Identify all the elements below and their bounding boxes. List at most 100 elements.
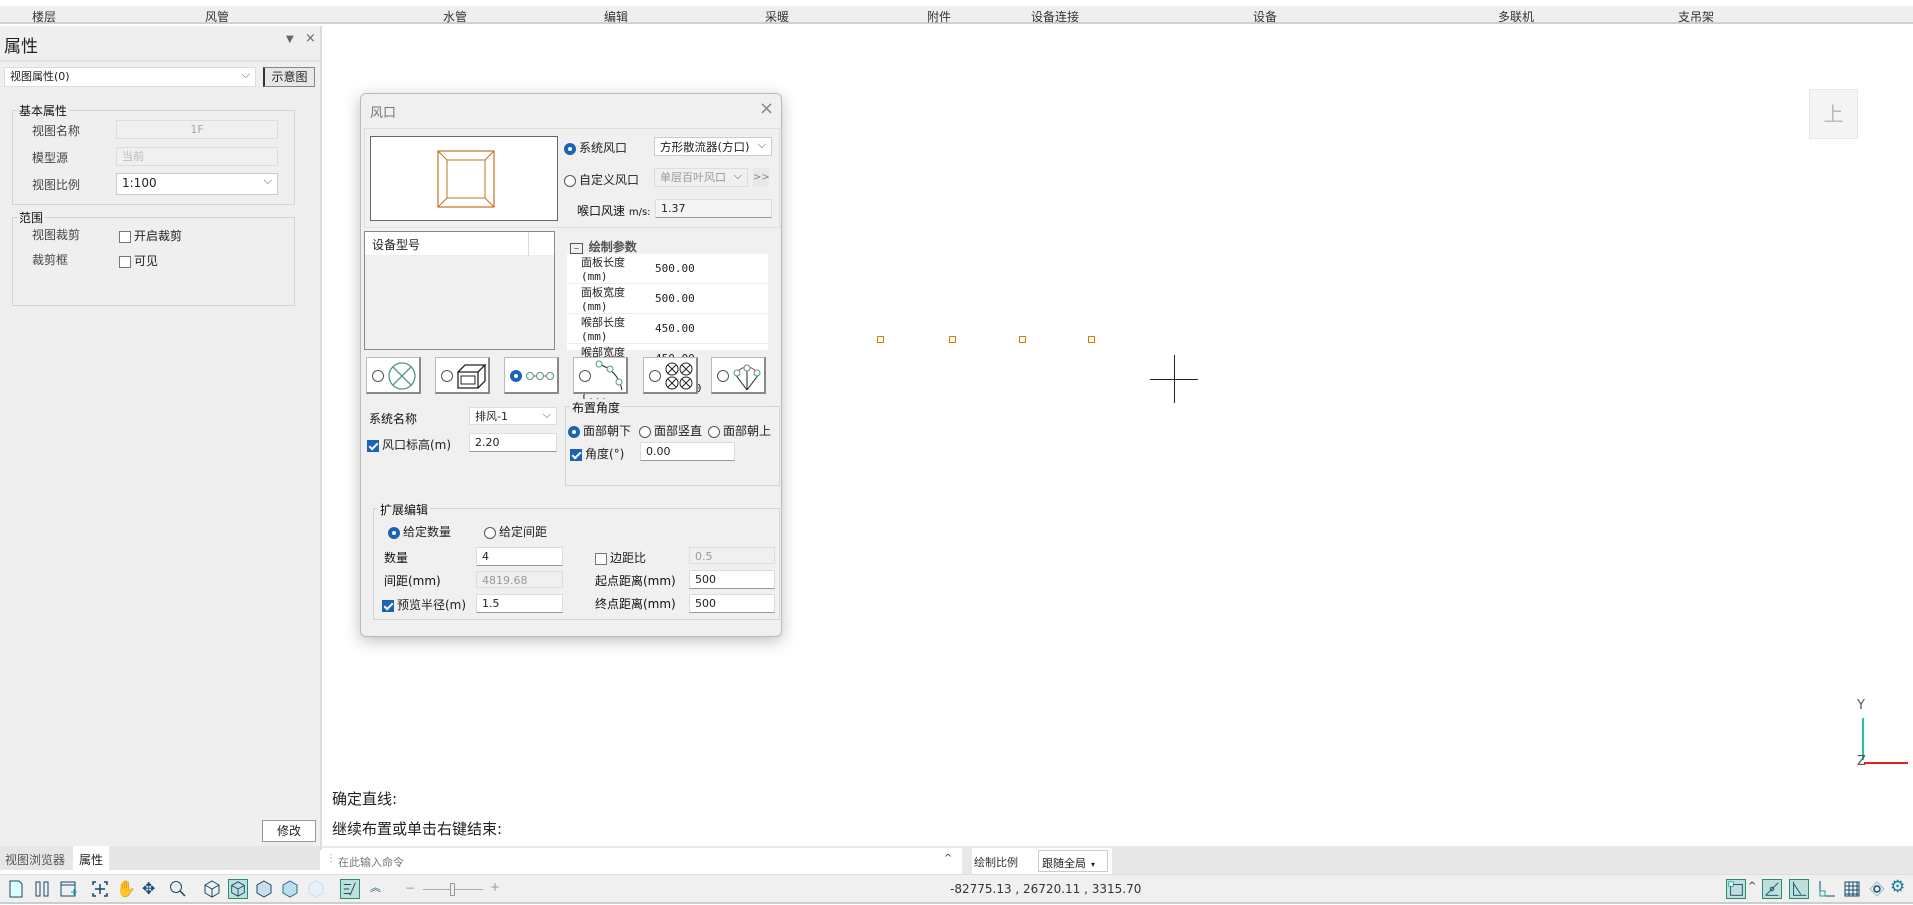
param-value[interactable]: 500.00	[651, 283, 768, 314]
view-name-label: 视图名称	[32, 124, 81, 138]
draw-scale-area: 绘制比例 跟随全局 ▾	[972, 848, 1112, 874]
outlet-preview-marker	[1088, 336, 1095, 343]
properties-selector[interactable]: 视图属性(0)	[4, 67, 256, 87]
elevation-checkbox[interactable]: 风口标高(m)	[367, 436, 451, 453]
custom-outlet-type-select[interactable]: 单层百叶风口	[654, 168, 748, 187]
close-icon[interactable]: ×	[305, 31, 316, 46]
orbit-icon[interactable]: ✥	[142, 879, 162, 899]
ortho-icon[interactable]	[1816, 879, 1836, 899]
draw-scale-label: 绘制比例	[974, 856, 1018, 869]
face-vertical-radio[interactable]: 面部竖直	[639, 422, 702, 439]
tile-views-icon[interactable]	[32, 879, 52, 899]
system-outlet-type-select[interactable]: 方形散流器(方口)	[654, 137, 772, 156]
matrix-array-icon	[665, 362, 693, 390]
zoom-out-button[interactable]: −	[405, 881, 415, 895]
view-cube[interactable]: 上	[1809, 89, 1858, 139]
custom-outlet-radio[interactable]: 自定义风口	[564, 171, 639, 188]
modify-button[interactable]: 修改	[262, 820, 316, 842]
throat-speed-field[interactable]: 1.37	[655, 199, 772, 218]
navigation-icon[interactable]	[1867, 879, 1887, 899]
device-model-list[interactable]: 设备型号	[364, 231, 555, 350]
preview-radius-checkbox[interactable]: 预览半径(m)	[382, 596, 466, 613]
param-row: 面板宽度(mm) 500.00	[567, 283, 768, 314]
param-value[interactable]: 500.00	[651, 254, 768, 284]
layout-fan-button[interactable]	[711, 357, 766, 394]
axis-z-label: Z	[1857, 754, 1866, 769]
menu-accessory[interactable]: 附件	[927, 8, 951, 25]
layout-duct-button[interactable]	[435, 357, 490, 394]
model-source-field[interactable]: 当前	[116, 147, 278, 166]
menu-equipment-connect[interactable]: 设备连接	[1031, 8, 1079, 25]
tab-view-browser[interactable]: 视图浏览器	[5, 851, 65, 868]
polar-tracking-icon[interactable]	[1762, 879, 1782, 899]
more-button[interactable]: >>	[753, 168, 770, 187]
menu-pipe[interactable]: 水管	[443, 8, 467, 25]
face-down-radio[interactable]: 面部朝下	[568, 422, 631, 439]
menu-floor[interactable]: 楼层	[32, 8, 56, 25]
face-up-radio[interactable]: 面部朝上	[708, 422, 771, 439]
wireframe-cube-icon[interactable]	[202, 879, 222, 899]
layer-toggle-icon[interactable]	[340, 879, 360, 899]
layout-matrix-button[interactable]	[643, 357, 698, 394]
preview-radius-field[interactable]: 1.5	[476, 594, 563, 613]
basic-legend: 基本属性	[17, 102, 70, 119]
gear-icon[interactable]: ⚙	[1890, 877, 1910, 897]
end-distance-label: 终点距离(mm)	[595, 597, 676, 611]
zoom-icon[interactable]	[168, 879, 188, 899]
zoom-slider-handle[interactable]	[450, 883, 455, 896]
menu-equipment[interactable]: 设备	[1253, 8, 1277, 25]
margin-ratio-checkbox[interactable]: 边距比	[595, 549, 646, 566]
angle-tracking-icon[interactable]	[1789, 879, 1809, 899]
chevron-up-icon[interactable]: ^	[944, 853, 952, 864]
system-name-value: 排风-1	[475, 410, 508, 423]
angle-checkbox[interactable]: 角度(°)	[570, 445, 624, 462]
zoom-extents-icon[interactable]	[90, 879, 110, 899]
shaded-cube-icon[interactable]	[254, 879, 274, 899]
transparent-cube-icon[interactable]	[306, 879, 326, 899]
visible-checkbox[interactable]: 可见	[119, 252, 158, 269]
close-icon[interactable]: ×	[759, 98, 774, 119]
crop-checkbox[interactable]: 开启裁剪	[119, 227, 182, 244]
dropdown-triangle-icon[interactable]: ▼	[286, 34, 294, 45]
view-name-field[interactable]: 1F	[116, 120, 278, 139]
chevron-double-up-icon[interactable]: ︽	[370, 879, 390, 899]
tab-properties[interactable]: 属性	[73, 846, 110, 870]
draw-scale-select[interactable]: 跟随全局 ▾	[1038, 850, 1108, 872]
system-outlet-radio[interactable]: 系统风口	[564, 139, 627, 156]
angle-field[interactable]: 0.00	[640, 442, 735, 461]
menu-duct[interactable]: 风管	[205, 8, 229, 25]
pan-hand-icon[interactable]: ✋	[116, 879, 136, 899]
given-spacing-radio[interactable]: 给定间距	[484, 523, 547, 540]
view-scale-select[interactable]: 1:100	[116, 173, 278, 195]
layout-line-button[interactable]	[504, 357, 559, 394]
param-name: 面板宽度(mm)	[567, 283, 651, 314]
menu-edit[interactable]: 编辑	[604, 8, 628, 25]
elevation-field[interactable]: 2.20	[469, 433, 557, 452]
spacing-field[interactable]: 4819.68	[476, 571, 563, 588]
param-value[interactable]: 450.00	[651, 313, 768, 344]
command-input[interactable]: ⋮ 在此输入命令 ^	[322, 848, 962, 874]
count-field[interactable]: 4	[476, 547, 563, 566]
snap-icon[interactable]	[1726, 879, 1746, 899]
margin-ratio-field[interactable]: 0.5	[689, 547, 775, 564]
draw-params-title[interactable]: − 绘制参数	[570, 238, 637, 255]
snap-options-chevron-icon[interactable]: ^	[1748, 881, 1756, 892]
grid-icon[interactable]	[1842, 879, 1862, 899]
zoom-in-button[interactable]: +	[490, 880, 500, 894]
hidden-line-cube-icon[interactable]	[228, 879, 248, 899]
realistic-cube-icon[interactable]	[280, 879, 300, 899]
panel-tabs: 视图浏览器 属性	[0, 846, 320, 870]
menu-hanger[interactable]: 支吊架	[1678, 8, 1714, 25]
start-distance-field[interactable]: 500	[689, 570, 775, 589]
layout-arc-button[interactable]	[573, 357, 628, 394]
menu-heating[interactable]: 采暖	[765, 8, 789, 25]
new-view-icon[interactable]	[6, 879, 26, 899]
given-count-radio[interactable]: 给定数量	[388, 523, 451, 540]
menu-vrf[interactable]: 多联机	[1498, 8, 1534, 25]
diagram-button[interactable]: 示意图	[263, 67, 315, 87]
outlet-preview-marker	[949, 336, 956, 343]
end-distance-field[interactable]: 500	[689, 594, 775, 613]
layout-single-button[interactable]	[366, 357, 421, 394]
system-name-select[interactable]: 排风-1	[469, 407, 557, 425]
add-window-icon[interactable]	[58, 879, 78, 899]
